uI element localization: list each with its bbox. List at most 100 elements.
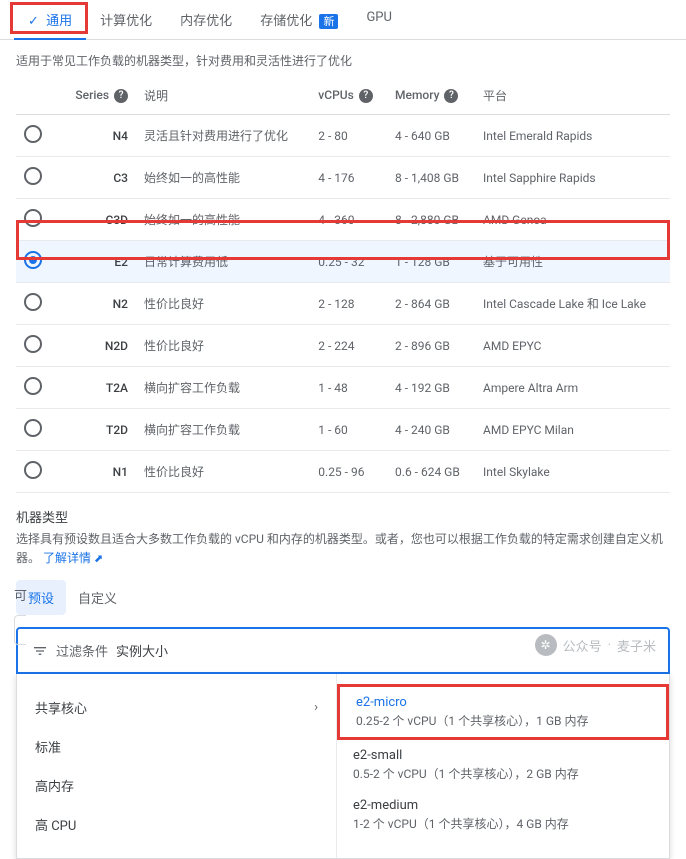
tab-label: GPU xyxy=(366,10,392,25)
option-e2-small[interactable]: e2-small 0.5-2 个 vCPU（1 个共享核心），2 GB 内存 xyxy=(337,740,669,790)
cell-series: N1 xyxy=(56,451,136,493)
cell-platform: AMD EPYC Milan xyxy=(475,409,670,451)
cell-vcpus: 0.25 - 32 xyxy=(310,241,387,283)
cell-memory: 2 - 864 GB xyxy=(387,283,475,325)
section-desc: 选择具有预设数且适合大多数工作负载的 vCPU 和内存的机器类型。或者，您也可以… xyxy=(16,530,670,568)
cell-desc: 横向扩容工作负载 xyxy=(136,367,310,409)
cell-vcpus: 4 - 176 xyxy=(310,157,387,199)
cell-memory: 1 - 128 GB xyxy=(387,241,475,283)
filter-label: 过滤条件 xyxy=(56,641,108,660)
external-link-icon: ⬈ xyxy=(94,552,103,565)
chevron-right-icon: › xyxy=(314,700,318,715)
cell-series: N2 xyxy=(56,283,136,325)
tab-storage[interactable]: 存储优化 新 xyxy=(246,0,352,39)
option-name: e2-small xyxy=(353,748,653,763)
cell-vcpus: 2 - 224 xyxy=(310,325,387,367)
col-desc: 说明 xyxy=(136,77,310,115)
check-icon: ✓ xyxy=(28,14,39,29)
cell-memory: 2 - 896 GB xyxy=(387,325,475,367)
radio-button[interactable] xyxy=(24,293,42,311)
cell-vcpus: 1 - 60 xyxy=(310,409,387,451)
col-memory: Memory ? xyxy=(387,77,475,115)
col-series: Series ? xyxy=(56,77,136,115)
radio-button[interactable] xyxy=(24,377,42,395)
cell-desc: 横向扩容工作负载 xyxy=(136,409,310,451)
option-e2-medium[interactable]: e2-medium 1-2 个 vCPU（1 个共享核心），4 GB 内存 xyxy=(337,790,669,840)
cell-series: N2D xyxy=(56,325,136,367)
radio-button[interactable] xyxy=(24,251,42,269)
cell-vcpus: 1 - 48 xyxy=(310,367,387,409)
cell-platform: Intel Sapphire Rapids xyxy=(475,157,670,199)
cell-series: C3D xyxy=(56,199,136,241)
cell-platform: 基于可用性 xyxy=(475,241,670,283)
wechat-icon: ✲ xyxy=(535,634,557,656)
option-list: e2-micro 0.25-2 个 vCPU（1 个共享核心），1 GB 内存 … xyxy=(337,674,669,858)
option-detail: 1-2 个 vCPU（1 个共享核心），4 GB 内存 xyxy=(353,815,653,832)
new-badge: 新 xyxy=(319,14,338,29)
option-name: e2-micro xyxy=(356,695,650,710)
radio-button[interactable] xyxy=(24,125,42,143)
cell-memory: 8 - 1,408 GB xyxy=(387,157,475,199)
option-e2-micro[interactable]: e2-micro 0.25-2 个 vCPU（1 个共享核心），1 GB 内存 xyxy=(337,684,669,740)
filter-value: 实例大小 xyxy=(116,641,168,660)
option-name: e2-medium xyxy=(353,798,653,813)
radio-button[interactable] xyxy=(24,461,42,479)
cutoff-text: 可 xyxy=(14,585,27,604)
radio-button[interactable] xyxy=(24,209,42,227)
category-highmem[interactable]: 高内存 xyxy=(17,766,336,805)
cell-vcpus: 2 - 128 xyxy=(310,283,387,325)
tab-label: 存储优化 xyxy=(260,14,312,29)
cell-platform: AMD Genoa xyxy=(475,199,670,241)
table-row[interactable]: N2D 性价比良好 2 - 224 2 - 896 GB AMD EPYC xyxy=(16,325,670,367)
cell-desc: 性价比良好 xyxy=(136,283,310,325)
category-shared-core[interactable]: 共享核心 › xyxy=(17,688,336,727)
cell-platform: Intel Emerald Rapids xyxy=(475,115,670,157)
table-row[interactable]: C3D 始终如一的高性能 4 - 360 8 - 2,880 GB AMD Ge… xyxy=(16,199,670,241)
tab-label: 计算优化 xyxy=(100,14,152,29)
tab-compute[interactable]: 计算优化 xyxy=(86,0,166,39)
tab-memory[interactable]: 内存优化 xyxy=(166,0,246,39)
radio-button[interactable] xyxy=(24,335,42,353)
cell-desc: 始终如一的高性能 xyxy=(136,157,310,199)
machine-type-dropdown: 共享核心 › 标准 高内存 高 CPU e2-micro 0.25-2 个 vC… xyxy=(16,674,670,859)
cell-platform: Intel Cascade Lake 和 Ice Lake xyxy=(475,283,670,325)
cell-desc: 灵活且针对费用进行了优化 xyxy=(136,115,310,157)
radio-button[interactable] xyxy=(24,419,42,437)
table-row[interactable]: T2A 横向扩容工作负载 1 - 48 4 - 192 GB Ampere Al… xyxy=(16,367,670,409)
cell-desc: 性价比良好 xyxy=(136,325,310,367)
table-row[interactable]: C3 始终如一的高性能 4 - 176 8 - 1,408 GB Intel S… xyxy=(16,157,670,199)
cell-memory: 0.6 - 624 GB xyxy=(387,451,475,493)
cell-series: T2A xyxy=(56,367,136,409)
info-icon[interactable]: ? xyxy=(359,89,373,103)
table-row[interactable]: N1 性价比良好 0.25 - 96 0.6 - 624 GB Intel Sk… xyxy=(16,451,670,493)
category-description: 适用于常见工作负载的机器类型，针对费用和灵活性进行了优化 xyxy=(0,40,686,77)
watermark: ✲ 公众号 · 麦子米 xyxy=(535,634,656,656)
cell-memory: 4 - 192 GB xyxy=(387,367,475,409)
table-row[interactable]: N2 性价比良好 2 - 128 2 - 864 GB Intel Cascad… xyxy=(16,283,670,325)
section-title: 机器类型 xyxy=(16,507,670,526)
info-icon[interactable]: ? xyxy=(114,89,128,103)
tab-general[interactable]: ✓ 通用 xyxy=(14,0,86,39)
tab-label: 通用 xyxy=(46,14,72,29)
cell-series: N4 xyxy=(56,115,136,157)
table-row[interactable]: E2 日常计算费用低 0.25 - 32 1 - 128 GB 基于可用性 xyxy=(16,241,670,283)
category-highcpu[interactable]: 高 CPU xyxy=(17,805,336,844)
category-tabs: ✓ 通用 计算优化 内存优化 存储优化 新 GPU xyxy=(0,0,686,40)
info-icon[interactable]: ? xyxy=(444,89,458,103)
tab-label: 内存优化 xyxy=(180,14,232,29)
cell-memory: 4 - 640 GB xyxy=(387,115,475,157)
series-table: Series ? 说明 vCPUs ? Memory ? 平台 N4 灵活且针对… xyxy=(16,77,670,493)
col-platform: 平台 xyxy=(475,77,670,115)
category-standard[interactable]: 标准 xyxy=(17,727,336,766)
learn-more-link[interactable]: 了解详情 ⬈ xyxy=(43,551,103,565)
table-row[interactable]: T2D 横向扩容工作负载 1 - 60 4 - 240 GB AMD EPYC … xyxy=(16,409,670,451)
table-row[interactable]: N4 灵活且针对费用进行了优化 2 - 80 4 - 640 GB Intel … xyxy=(16,115,670,157)
cell-series: C3 xyxy=(56,157,136,199)
cell-series: T2D xyxy=(56,409,136,451)
radio-button[interactable] xyxy=(24,167,42,185)
sub-tab-custom[interactable]: 自定义 xyxy=(66,580,129,615)
cell-vcpus: 0.25 - 96 xyxy=(310,451,387,493)
tab-gpu[interactable]: GPU xyxy=(352,0,406,39)
cell-vcpus: 2 - 80 xyxy=(310,115,387,157)
cell-platform: Intel Skylake xyxy=(475,451,670,493)
